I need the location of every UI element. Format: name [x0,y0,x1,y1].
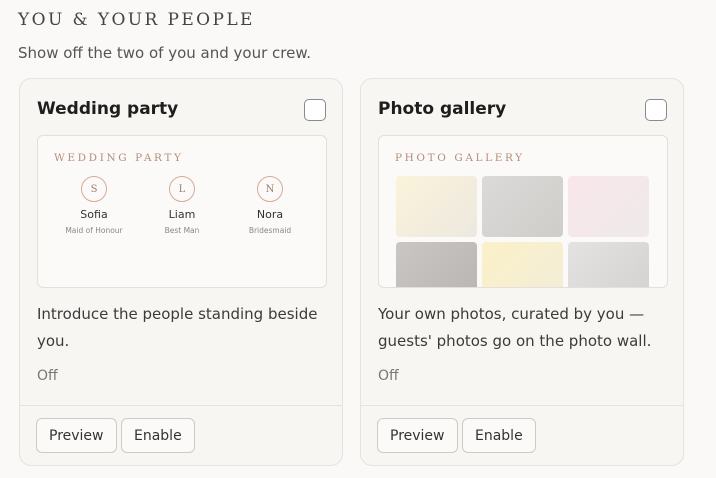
enable-button[interactable]: Enable [121,418,195,453]
photo-grid [396,176,649,287]
person-name: Liam [168,208,196,221]
person-item: L Liam Best Man [138,176,226,235]
enable-button[interactable]: Enable [462,418,536,453]
wedding-party-card: Wedding party WEDDING PARTY S Sofia Maid… [19,78,343,466]
card-description: Introduce the people standing beside you… [37,305,318,350]
person-item: S Sofia Maid of Honour [50,176,138,235]
preview-button[interactable]: Preview [377,418,458,453]
person-name: Sofia [80,208,108,221]
status-text: Off [37,368,58,384]
preview-heading: WEDDING PARTY [54,152,184,164]
photo-thumbnail [396,242,477,287]
people-list: S Sofia Maid of Honour L Liam Best Man N… [50,176,314,235]
person-role: Best Man [164,226,200,235]
photo-thumbnail [568,242,649,287]
person-initial-avatar: N [257,176,283,202]
section-subtitle: Show off the two of you and your crew. [18,44,312,62]
section-eyebrow: YOU & YOUR PEOPLE [18,10,255,30]
photo-gallery-preview: PHOTO GALLERY [378,135,668,288]
status-text: Off [378,368,399,384]
photo-thumbnail [396,176,477,237]
person-item: N Nora Bridesmaid [226,176,314,235]
person-role: Bridesmaid [248,226,292,235]
person-role: Maid of Honour [65,226,123,235]
card-divider [361,405,683,406]
person-initial-avatar: S [81,176,107,202]
person-name: Nora [256,208,284,221]
photo-gallery-card: Photo gallery PHOTO GALLERY Your own pho… [360,78,684,466]
card-divider [20,405,342,406]
photo-gallery-checkbox[interactable] [645,99,667,121]
wedding-party-checkbox[interactable] [304,99,326,121]
card-title: Photo gallery [378,99,507,119]
person-initial-avatar: L [169,176,195,202]
card-title: Wedding party [37,99,179,119]
card-description: Your own photos, curated by you — guests… [378,305,652,350]
photo-thumbnail [482,176,563,237]
photo-thumbnail [482,242,563,287]
photo-thumbnail [568,176,649,237]
preview-heading: PHOTO GALLERY [395,152,525,164]
preview-button[interactable]: Preview [36,418,117,453]
wedding-party-preview: WEDDING PARTY S Sofia Maid of Honour L L… [37,135,327,288]
you-and-your-people-section: YOU & YOUR PEOPLE Show off the two of yo… [0,0,716,478]
